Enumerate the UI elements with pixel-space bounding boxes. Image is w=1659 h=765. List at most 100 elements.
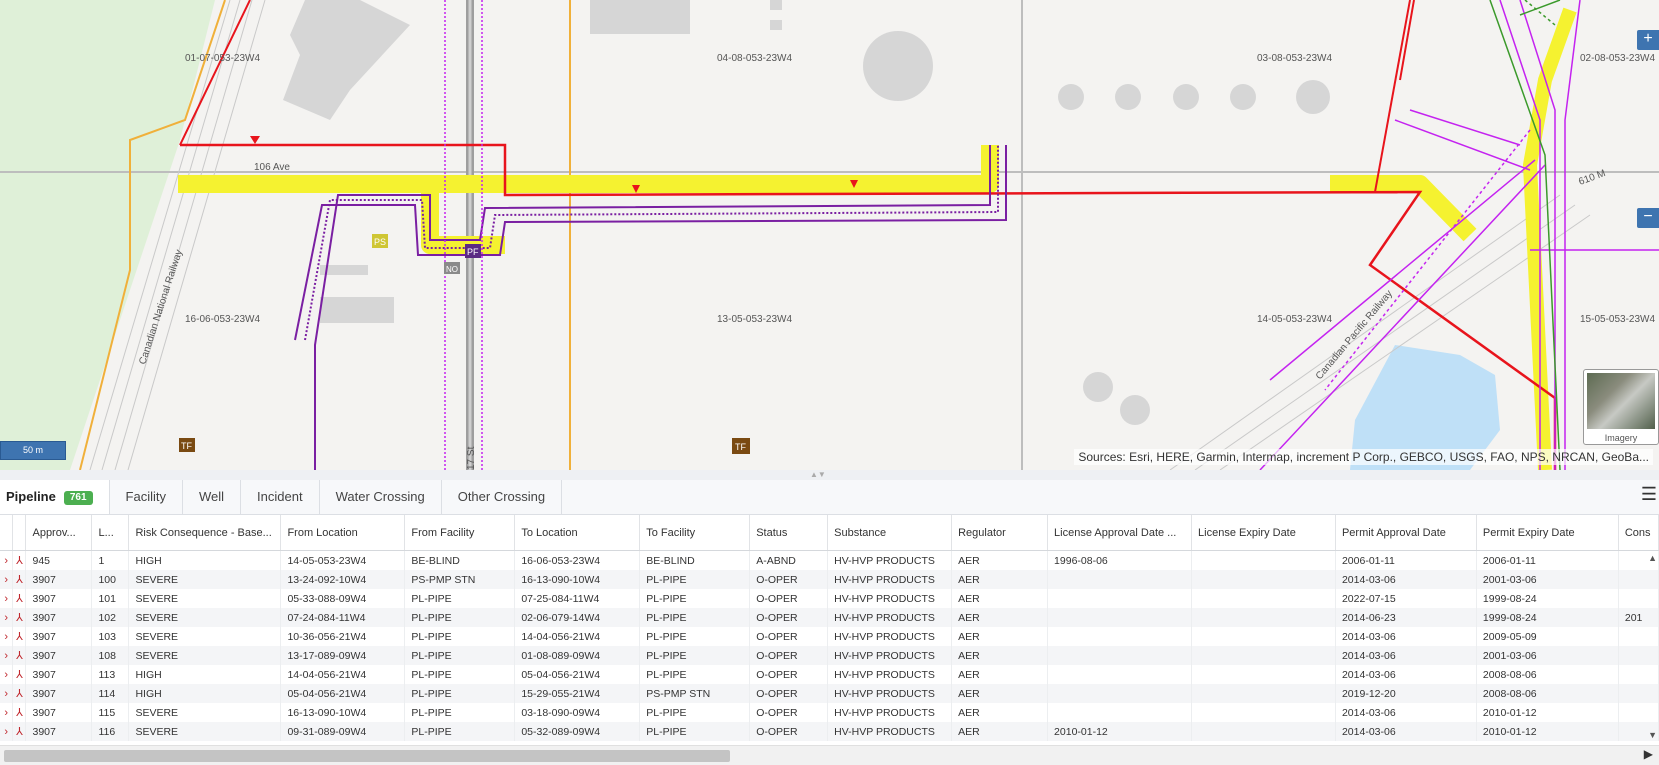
column-header[interactable]: Permit Approval Date — [1335, 515, 1477, 551]
table-cell: AER — [951, 550, 1049, 570]
expand-icon[interactable]: › — [0, 627, 14, 646]
table-cell: 02-06-079-14W4 — [514, 608, 641, 627]
pipeline-purple[interactable] — [294, 145, 1007, 341]
table-cell: 07-25-084-11W4 — [514, 589, 641, 608]
pipeline-icon[interactable]: ⅄ — [12, 722, 27, 741]
table-cell: O-OPER — [749, 646, 829, 665]
zoom-in-button[interactable]: + — [1637, 30, 1659, 50]
table-cell: 3907 — [25, 665, 93, 684]
column-header[interactable]: Risk Consequence - Base... — [128, 515, 282, 551]
pipeline-icon[interactable]: ⅄ — [12, 589, 27, 608]
scrollbar-thumb[interactable] — [4, 750, 730, 762]
pipeline-icon[interactable]: ⅄ — [12, 608, 27, 627]
table-cell: O-OPER — [749, 665, 829, 684]
table-cell: 1996-08-06 — [1047, 550, 1193, 570]
tab-facility[interactable]: Facility — [110, 480, 183, 514]
expand-icon[interactable]: › — [0, 703, 14, 722]
column-header[interactable]: From Location — [280, 515, 406, 551]
table-cell: AER — [951, 646, 1049, 665]
table-cell — [1047, 589, 1193, 608]
table-row[interactable]: › ⅄ 3907 108 SEVERE 13-17-089-09W4 PL-PIPE 01-0… — [0, 646, 1659, 665]
table-row[interactable]: › ⅄ 3907 116 SEVERE 09-31-089-09W4 PL-PIPE 05-3… — [0, 722, 1659, 741]
table-cell: AER — [951, 665, 1049, 684]
tab-well[interactable]: Well — [183, 480, 242, 514]
chevron-up-icon[interactable]: ▲▼ — [810, 470, 826, 479]
panel-splitter[interactable]: ▲▼ — [0, 470, 1659, 480]
table-row[interactable]: › ⅄ 3907 115 SEVERE 16-13-090-10W4 PL-PIPE 03-1… — [0, 703, 1659, 722]
table-cell: SEVERE — [128, 722, 282, 741]
table-cell: 2009-05-09 — [1476, 627, 1619, 646]
table-cell: PL-PIPE — [639, 570, 751, 589]
map-attribution: Sources: Esri, HERE, Garmin, Intermap, i… — [1074, 449, 1653, 465]
expand-icon[interactable]: › — [0, 684, 14, 703]
expand-icon[interactable]: › — [0, 550, 14, 570]
scroll-right-icon[interactable]: ▶ — [1644, 747, 1653, 761]
table-row[interactable]: › ⅄ 3907 102 SEVERE 07-24-084-11W4 PL-PIPE 02-0… — [0, 608, 1659, 627]
basemap-toggle[interactable]: Imagery — [1583, 369, 1659, 445]
table-row[interactable]: › ⅄ 945 1 HIGH 14-05-053-23W4 BE-BLIND 16-06-05… — [0, 550, 1659, 570]
table-row[interactable]: › ⅄ 3907 103 SEVERE 10-36-056-21W4 PL-PIPE 14-0… — [0, 627, 1659, 646]
tab-incident[interactable]: Incident — [241, 480, 320, 514]
table-row[interactable]: › ⅄ 3907 100 SEVERE 13-24-092-10W4 PS-PMP STN 1… — [0, 570, 1659, 589]
column-header[interactable]: Cons — [1618, 515, 1659, 551]
map-canvas[interactable]: 01-07-053-23W4 04-08-053-23W4 03-08-053-… — [0, 0, 1659, 470]
horizontal-scrollbar[interactable]: ▶ — [0, 745, 1659, 765]
table-row[interactable]: › ⅄ 3907 113 HIGH 14-04-056-21W4 PL-PIPE 05-04-… — [0, 665, 1659, 684]
tank — [1173, 84, 1199, 110]
table-cell — [1618, 665, 1659, 684]
column-header[interactable]: Regulator — [951, 515, 1049, 551]
pipeline-magenta[interactable] — [444, 0, 483, 470]
column-header[interactable]: L... — [91, 515, 130, 551]
scroll-up-icon[interactable]: ▲ — [1648, 553, 1657, 563]
building — [770, 0, 782, 10]
pipeline-icon[interactable]: ⅄ — [12, 665, 27, 684]
table-cell: HV-HVP PRODUCTS — [827, 589, 953, 608]
table-cell: O-OPER — [749, 589, 829, 608]
pipeline-magenta[interactable] — [1394, 109, 1531, 171]
column-header[interactable]: From Facility — [404, 515, 516, 551]
map-view[interactable]: 01-07-053-23W4 04-08-053-23W4 03-08-053-… — [0, 0, 1659, 470]
pipeline-red[interactable] — [1374, 0, 1411, 193]
table-cell: 03-18-090-09W4 — [514, 703, 641, 722]
expand-icon[interactable]: › — [0, 608, 14, 627]
expand-icon[interactable]: › — [0, 570, 14, 589]
pipeline-icon[interactable]: ⅄ — [12, 627, 27, 646]
table-row[interactable]: › ⅄ 3907 114 HIGH 05-04-056-21W4 PL-PIPE 15-29-… — [0, 684, 1659, 703]
table-cell: HV-HVP PRODUCTS — [827, 627, 953, 646]
column-header[interactable]: To Location — [514, 515, 641, 551]
expand-icon[interactable]: › — [0, 722, 14, 741]
column-header[interactable]: License Expiry Date — [1191, 515, 1336, 551]
scroll-down-icon[interactable]: ▼ — [1648, 730, 1657, 740]
pipeline-icon[interactable]: ⅄ — [12, 646, 27, 665]
pipeline-icon[interactable]: ⅄ — [12, 684, 27, 703]
pipeline-icon[interactable]: ⅄ — [12, 570, 27, 589]
column-header[interactable]: Status — [749, 515, 829, 551]
building — [283, 0, 410, 120]
map-label: 04-08-053-23W4 — [717, 53, 792, 64]
zoom-out-button[interactable]: − — [1637, 208, 1659, 228]
table-cell: HV-HVP PRODUCTS — [827, 608, 953, 627]
menu-icon[interactable]: ☰ — [1641, 484, 1657, 505]
pipeline-purple[interactable] — [304, 145, 999, 341]
table-cell: 13-17-089-09W4 — [280, 646, 406, 665]
column-header[interactable]: Substance — [827, 515, 953, 551]
pipeline-icon[interactable]: ⅄ — [12, 550, 27, 570]
column-header[interactable]: To Facility — [639, 515, 751, 551]
pipeline-magenta[interactable] — [1499, 0, 1581, 470]
table-cell — [1191, 550, 1336, 570]
expand-icon[interactable]: › — [0, 646, 14, 665]
tab-pipeline[interactable]: Pipeline 761 — [0, 480, 110, 514]
expand-icon[interactable]: › — [0, 665, 14, 684]
tab-water-crossing[interactable]: Water Crossing — [320, 480, 442, 514]
tab-other-crossing[interactable]: Other Crossing — [442, 480, 563, 514]
column-header[interactable]: Permit Expiry Date — [1476, 515, 1619, 551]
table-cell — [1191, 608, 1336, 627]
column-header[interactable]: License Approval Date ... — [1047, 515, 1193, 551]
expand-icon[interactable]: › — [0, 589, 14, 608]
table-cell: 3907 — [25, 684, 93, 703]
table-cell: 115 — [91, 703, 130, 722]
pipeline-icon[interactable]: ⅄ — [12, 703, 27, 722]
table-row[interactable]: › ⅄ 3907 101 SEVERE 05-33-088-09W4 PL-PIPE 07-2… — [0, 589, 1659, 608]
map-label: 03-08-053-23W4 — [1257, 53, 1332, 64]
column-header[interactable]: Approv... — [25, 515, 93, 551]
